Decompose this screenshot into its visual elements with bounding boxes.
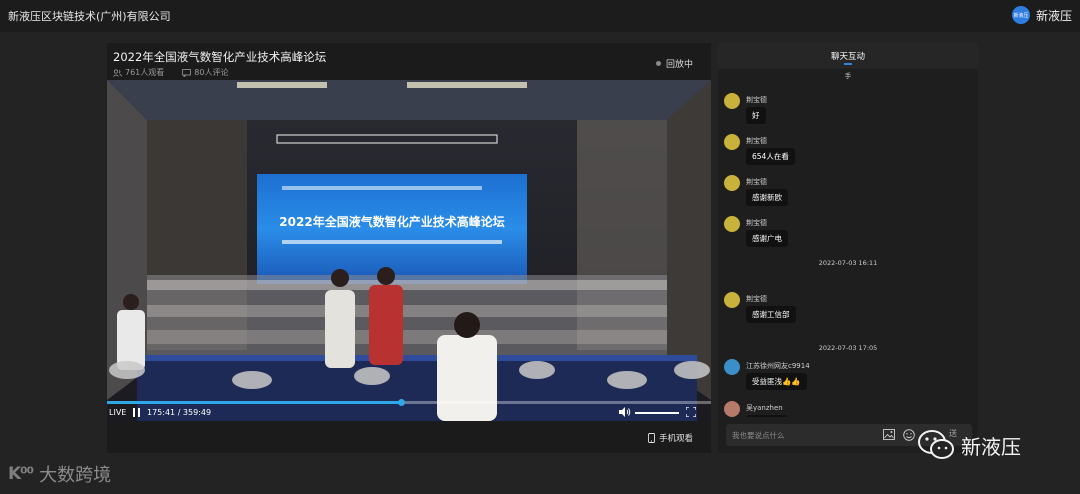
chat-header: 聊天互动: [718, 43, 978, 69]
watermark-logo: K⁰⁰: [8, 464, 34, 484]
tab-underline: [844, 63, 852, 65]
player-panel: 2022年全国液气数智化产业技术高峰论坛 761人观看 80人评论 回放中 20…: [107, 43, 711, 453]
time-display: 175:41 / 359:49: [147, 408, 212, 417]
pause-icon[interactable]: [132, 408, 141, 417]
fullscreen-icon[interactable]: [686, 407, 696, 417]
progress-fill: [107, 401, 402, 404]
volume-slider[interactable]: [635, 412, 679, 414]
watermark-left: K⁰⁰ 大数跨境: [8, 461, 111, 487]
comment-icon: [182, 68, 192, 77]
chat-timestamp: 2022-07-03 17:05: [818, 344, 878, 352]
avatar[interactable]: [724, 216, 740, 232]
chat-bubble: 受益匪浅👍👍: [746, 373, 807, 390]
wechat-icon: [918, 430, 954, 459]
volume-icon[interactable]: [619, 407, 631, 417]
chat-bubble: 好: [746, 107, 766, 124]
mobile-watch-label: 手机观看: [658, 434, 693, 444]
partial-message: 手: [844, 72, 852, 80]
screen-line: [282, 186, 482, 190]
page-title: 2022年全国液气数智化产业技术高峰论坛: [113, 50, 327, 64]
table-edge: [137, 355, 697, 361]
stats-row: 761人观看 80人评论: [113, 67, 228, 78]
audience-crowd: [147, 275, 667, 355]
chat-username: 荆宝德: [746, 295, 767, 303]
stage-screen-title: 2022年全国液气数智化产业技术高峰论坛: [279, 214, 504, 229]
chat-panel: 聊天互动 手 荆宝德好荆宝德 654人在看 荆宝德 感谢新欧 荆宝德 感谢广电 荆宝德 感谢工…: [718, 43, 978, 453]
status-dot: [655, 61, 661, 66]
chat-bubble: 654人在看: [746, 148, 795, 165]
user-name[interactable]: 新液压: [1036, 7, 1072, 24]
progress-handle[interactable]: [398, 399, 406, 406]
chat-username: 荆宝德: [746, 137, 767, 145]
watermark-brand: 新液压: [961, 434, 1021, 459]
avatar[interactable]: [724, 93, 740, 109]
chat-username: 荆宝德: [746, 178, 767, 186]
chat-bubble: 感谢广电: [746, 230, 788, 247]
chat-bubble: 感谢新欧: [746, 189, 788, 206]
chat-bubble: 谢谢广电: [746, 415, 788, 417]
chat-timestamp: 2022-07-03 16:11: [818, 259, 878, 267]
viewers-icon: [113, 68, 122, 77]
chat-input[interactable]: [732, 428, 882, 442]
mobile-watch-button[interactable]: 手机观看: [648, 432, 693, 444]
replay-label: 回放中: [665, 60, 693, 70]
screen-line: [282, 240, 502, 244]
replay-status: 回放中: [655, 57, 693, 70]
watermark-right: 新液压: [917, 428, 1021, 462]
emoji-icon[interactable]: [903, 429, 915, 441]
chat-username: 江苏徐州网友c9914: [746, 362, 810, 370]
ceiling-light: [407, 82, 527, 88]
avatar[interactable]: [724, 292, 740, 308]
views-stat: 761人观看: [113, 67, 164, 78]
comments-count: 80人评论: [194, 68, 229, 77]
avatar[interactable]: 新液压: [1011, 6, 1030, 24]
chat-bubble: 感谢工信部: [746, 306, 796, 323]
top-bar: 新液压区块链技术(广州)有限公司 新液压 新液压: [0, 0, 1080, 32]
tab-chat[interactable]: 聊天互动: [718, 50, 978, 62]
watermark-text: 大数跨境: [39, 465, 112, 486]
live-label: LIVE: [109, 408, 127, 417]
player-controls: LIVE 175:41 / 359:49: [107, 398, 711, 421]
avatar[interactable]: [724, 175, 740, 191]
progress-bar[interactable]: [107, 399, 711, 406]
views-count: 761人观看: [125, 68, 165, 77]
ceiling-light: [237, 82, 327, 88]
video-frame[interactable]: 2022年全国液气数智化产业技术高峰论坛: [107, 80, 711, 421]
avatar[interactable]: [724, 134, 740, 150]
user-menu[interactable]: 新液压 新液压: [1011, 6, 1072, 24]
phone-icon: [648, 433, 655, 443]
company-name: 新液压区块链技术(广州)有限公司: [8, 10, 171, 23]
chat-username: 荆宝德: [746, 219, 767, 227]
chat-username: 吴yanzhen: [746, 404, 783, 412]
stage-screen: [257, 174, 527, 284]
comments-stat: 80人评论: [182, 67, 228, 78]
chat-username: 荆宝德: [746, 96, 767, 104]
image-icon[interactable]: [883, 429, 895, 440]
avatar[interactable]: [724, 359, 740, 375]
video-scene: 2022年全国液气数智化产业技术高峰论坛: [107, 80, 711, 421]
chat-messages[interactable]: 手 荆宝德好荆宝德 654人在看 荆宝德 感谢新欧 荆宝德 感谢广电 荆宝德 感谢工信部 江苏徐…: [718, 69, 978, 417]
avatar[interactable]: [724, 401, 740, 417]
right-wall: [667, 80, 711, 400]
